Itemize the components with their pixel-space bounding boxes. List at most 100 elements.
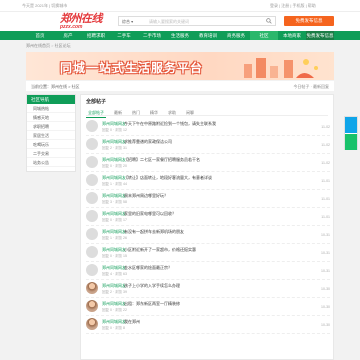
- sidebar-item[interactable]: 家居生活: [27, 131, 75, 140]
- search-box[interactable]: 综合 ▾ 请输入要搜索的关键词: [118, 16, 276, 26]
- thread-row[interactable]: 郑州同城网友 出租：郑东新区两室一厅精装修 回复 0 · 浏览 22 10-30: [86, 298, 330, 316]
- sidebar-item[interactable]: 站务公告: [27, 158, 75, 167]
- nav-item[interactable]: 二手车: [110, 31, 138, 40]
- thread-author[interactable]: 郑州同城网友: [102, 211, 126, 217]
- thread-meta: 回复 0 · 浏览 17: [102, 218, 127, 222]
- avatar[interactable]: [86, 156, 98, 168]
- top-bar-right[interactable]: 登录 | 注册 | 手机版 | 帮助: [270, 3, 316, 9]
- wechat-icon[interactable]: [345, 134, 357, 150]
- thread-date: 11-01: [321, 179, 330, 183]
- thread-row[interactable]: 郑州同城网友 【招聘】二七区一家餐厅招聘服务员若干名 回复 0 · 浏览 20 11-…: [86, 154, 330, 172]
- thread-title[interactable]: 小区附近新开了一家超市，价格还挺实惠: [124, 247, 196, 253]
- thread-author[interactable]: 郑州同城网友: [102, 193, 126, 199]
- thread-author[interactable]: 郑州同城网友: [102, 265, 126, 271]
- nav-item[interactable]: 教育培训: [194, 31, 222, 40]
- nav-item[interactable]: 生活服务: [166, 31, 194, 40]
- nav-item[interactable]: 本地商家: [278, 31, 306, 40]
- sidebar-item[interactable]: 情感天地: [27, 113, 75, 122]
- thread-row[interactable]: 郑州同城网友 【转让】店面转让，地段好客流量大，有意者详谈 回复 1 · 浏览 44…: [86, 172, 330, 190]
- main-nav: 首页 房产 招聘求职 二手车 二手市场 生活服务 教育培训 商务服务 社区 本地商家 免费发布信息: [0, 31, 360, 40]
- avatar[interactable]: [86, 138, 98, 150]
- tab[interactable]: 闲聊: [184, 109, 196, 118]
- nav-item[interactable]: 首页: [26, 31, 54, 40]
- thread-title[interactable]: 求推荐靠谱的家政保洁公司: [124, 139, 172, 145]
- thread-author[interactable]: 郑州同城网友: [102, 283, 126, 289]
- nav-item[interactable]: 社区: [250, 31, 278, 40]
- thread-meta: 回复 2 · 浏览 31: [102, 146, 127, 150]
- thread-row[interactable]: 郑州同城网友 周末郑州周边哪里好玩？ 回复 3 · 浏览 58 11-01: [86, 190, 330, 208]
- sidebar-item[interactable]: 吃喝玩乐: [27, 140, 75, 149]
- tab[interactable]: 最新: [112, 109, 124, 118]
- thread-row[interactable]: 郑州同城网友 有没有一起拼车去新郑机场的朋友 回复 1 · 浏览 26 10-31: [86, 226, 330, 244]
- avatar[interactable]: [86, 228, 98, 240]
- thread-title[interactable]: 出租：郑东新区两室一厅精装修: [124, 301, 180, 307]
- avatar[interactable]: [86, 300, 98, 312]
- nav-item[interactable]: 二手市场: [138, 31, 166, 40]
- thread-author[interactable]: 郑州同城网友: [102, 229, 126, 235]
- thread-list-panel: 全部帖子 全部帖子 最新 热门 精华 求助 闲聊 郑州同城网友 今天下午在中原路附近捡到一个…: [80, 94, 334, 360]
- tab[interactable]: 求助: [166, 109, 178, 118]
- thread-row[interactable]: 郑州同城网友 家里的旧家电哪里可以回收？ 回复 0 · 浏览 17 11-01: [86, 208, 330, 226]
- search-input[interactable]: 请输入要搜索的关键词: [149, 19, 189, 25]
- thread-title[interactable]: 家里的旧家电哪里可以回收？: [124, 211, 176, 217]
- share-icon[interactable]: [345, 117, 357, 133]
- promo-banner[interactable]: 同城一站式生活服务平台: [26, 52, 334, 80]
- top-bar-left[interactable]: 今天是 2021年 | 切换城市: [22, 3, 67, 9]
- tab[interactable]: 精华: [148, 109, 160, 118]
- thread-title[interactable]: 今天下午在中原路附近捡到一个钱包，请失主联系我: [124, 121, 216, 127]
- thread-author[interactable]: 郑州同城网友: [102, 247, 126, 253]
- thread-row[interactable]: 郑州同城网友 求推荐靠谱的家政保洁公司 回复 2 · 浏览 31 11-02: [86, 136, 330, 154]
- breadcrumb-home[interactable]: 郑州在线首页: [26, 43, 50, 48]
- banner-decoration-icon: [244, 58, 318, 78]
- thread-title[interactable]: 金水区哪家的烩面最正宗？: [124, 265, 172, 271]
- avatar[interactable]: [86, 120, 98, 132]
- avatar[interactable]: [86, 192, 98, 204]
- tab[interactable]: 热门: [130, 109, 142, 118]
- thread-author[interactable]: 郑州同城网友: [102, 301, 126, 307]
- thread-date: 11-02: [321, 125, 330, 129]
- thread-title[interactable]: 孩子上小学的入学手续怎么办理: [124, 283, 180, 289]
- avatar[interactable]: [86, 282, 98, 294]
- thread-title[interactable]: 周末郑州周边哪里好玩？: [124, 193, 168, 199]
- thread-row[interactable]: 郑州同城网友 我在郑州 回复 0 · 浏览 8 10-30: [86, 316, 330, 334]
- post-button[interactable]: 免费发布信息: [284, 16, 334, 26]
- thread-author[interactable]: 郑州同城网友: [102, 319, 126, 325]
- thread-row[interactable]: 郑州同城网友 今天下午在中原路附近捡到一个钱包，请失主联系我 回复 0 · 浏览 1…: [86, 118, 330, 136]
- thread-row[interactable]: 郑州同城网友 孩子上小学的入学手续怎么办理 回复 2 · 浏览 39 10-30: [86, 280, 330, 298]
- avatar[interactable]: [86, 264, 98, 276]
- thread-author[interactable]: 郑州同城网友: [102, 157, 126, 163]
- tab[interactable]: 全部帖子: [86, 109, 106, 118]
- sidebar-item[interactable]: 求职招聘: [27, 122, 75, 131]
- search-category-select[interactable]: 综合 ▾: [122, 19, 133, 25]
- nav-item[interactable]: 房产: [54, 31, 82, 40]
- thread-author[interactable]: 郑州同城网友: [102, 121, 126, 127]
- top-bar: 今天是 2021年 | 切换城市 登录 | 注册 | 手机版 | 帮助: [0, 0, 360, 12]
- thread-date: 10-31: [321, 233, 330, 237]
- floating-toolbar: [344, 116, 358, 150]
- thread-meta: 回复 0 · 浏览 20: [102, 164, 127, 168]
- sidebar-item[interactable]: 二手交易: [27, 149, 75, 158]
- thread-row[interactable]: 郑州同城网友 小区附近新开了一家超市，价格还挺实惠 回复 0 · 浏览 15 10-3…: [86, 244, 330, 262]
- thread-title[interactable]: 【转让】店面转让，地段好客流量大，有意者详谈: [124, 175, 212, 181]
- thread-title[interactable]: 【招聘】二七区一家餐厅招聘服务员若干名: [124, 157, 200, 163]
- nav-item[interactable]: 招聘求职: [82, 31, 110, 40]
- thread-author[interactable]: 郑州同城网友: [102, 175, 126, 181]
- site-logo[interactable]: 郑州在线 pzzx.com: [60, 14, 108, 31]
- thread-title[interactable]: 我在郑州: [124, 319, 140, 325]
- avatar[interactable]: [86, 174, 98, 186]
- avatar[interactable]: [86, 246, 98, 258]
- location-links[interactable]: 今日帖子 · 最新回复: [293, 84, 329, 90]
- thread-title[interactable]: 有没有一起拼车去新郑机场的朋友: [124, 229, 184, 235]
- banner-text: 同城一站式生活服务平台: [60, 61, 204, 75]
- avatar[interactable]: [86, 318, 98, 330]
- avatar[interactable]: [86, 210, 98, 222]
- thread-date: 10-30: [321, 323, 330, 327]
- nav-item[interactable]: 商务服务: [222, 31, 250, 40]
- sidebar-item[interactable]: 同城热帖: [27, 104, 75, 113]
- thread-meta: 回复 1 · 浏览 26: [102, 236, 127, 240]
- nav-item[interactable]: 免费发布信息: [306, 31, 334, 40]
- sidebar: 社区导航 同城热帖 情感天地 求职招聘 家居生活 吃喝玩乐 二手交易 站务公告: [26, 94, 76, 172]
- thread-author[interactable]: 郑州同城网友: [102, 139, 126, 145]
- search-icon[interactable]: [266, 18, 272, 24]
- thread-row[interactable]: 郑州同城网友 金水区哪家的烩面最正宗？ 回复 4 · 浏览 63 10-31: [86, 262, 330, 280]
